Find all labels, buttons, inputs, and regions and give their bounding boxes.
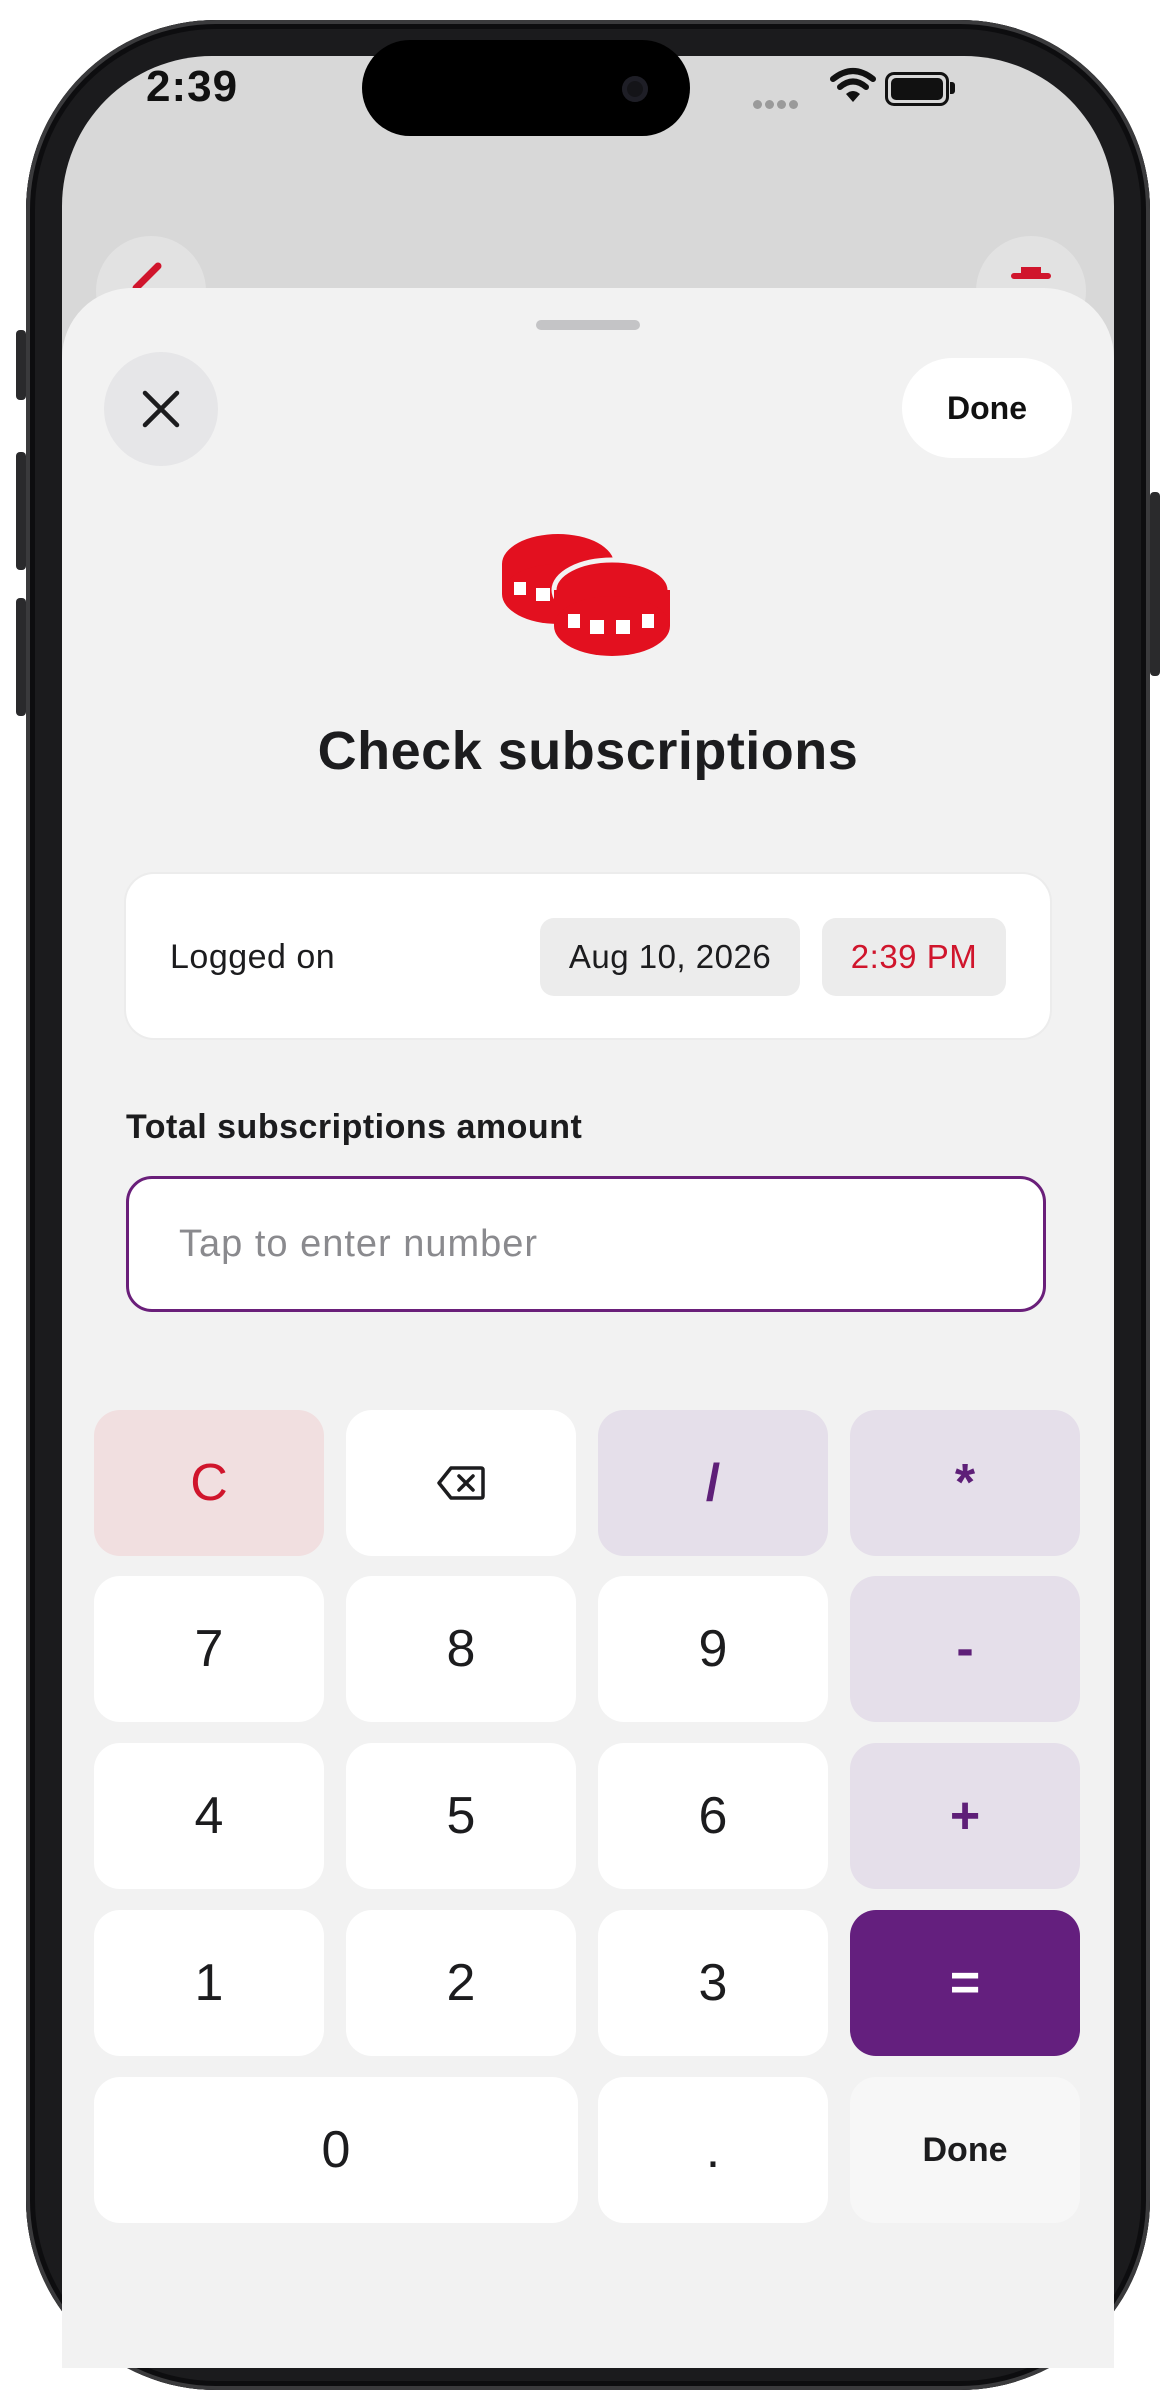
- backspace-icon: [437, 1466, 485, 1500]
- keypad-done-key[interactable]: Done: [850, 2077, 1080, 2223]
- status-time: 2:39: [146, 62, 239, 111]
- digit-1-key[interactable]: 1: [94, 1910, 324, 2056]
- power-button: [1150, 492, 1160, 676]
- close-icon: [142, 390, 180, 428]
- backspace-key[interactable]: [346, 1410, 576, 1556]
- decimal-key[interactable]: .: [598, 2077, 828, 2223]
- close-button[interactable]: [104, 352, 218, 466]
- digit-8-key[interactable]: 8: [346, 1576, 576, 1722]
- digit-7-key[interactable]: 7: [94, 1576, 324, 1722]
- digit-9-key[interactable]: 9: [598, 1576, 828, 1722]
- digit-2-key[interactable]: 2: [346, 1910, 576, 2056]
- coins-icon: [502, 534, 673, 656]
- time-picker[interactable]: 2:39 PM: [822, 918, 1006, 996]
- battery-tip: [950, 82, 955, 94]
- logged-on-label: Logged on: [170, 938, 336, 976]
- equals-key[interactable]: =: [850, 1910, 1080, 2056]
- cellular-signal-icon: [753, 96, 801, 114]
- clear-key[interactable]: C: [94, 1410, 324, 1556]
- multiply-key[interactable]: *: [850, 1410, 1080, 1556]
- amount-input[interactable]: [126, 1176, 1046, 1312]
- amount-label: Total subscriptions amount: [126, 1108, 583, 1146]
- page-title: Check subscriptions: [317, 721, 859, 781]
- divide-key[interactable]: /: [598, 1410, 828, 1556]
- digit-4-key[interactable]: 4: [94, 1743, 324, 1889]
- digit-6-key[interactable]: 6: [598, 1743, 828, 1889]
- done-button[interactable]: Done: [902, 358, 1072, 458]
- digit-5-key[interactable]: 5: [346, 1743, 576, 1889]
- sheet-grabber[interactable]: [536, 320, 640, 330]
- digit-0-key[interactable]: 0: [94, 2077, 578, 2223]
- plus-key[interactable]: +: [850, 1743, 1080, 1889]
- volume-up-button: [16, 452, 26, 570]
- front-camera: [622, 76, 648, 102]
- digit-3-key[interactable]: 3: [598, 1910, 828, 2056]
- action-button: [16, 330, 26, 400]
- minus-key[interactable]: -: [850, 1576, 1080, 1722]
- date-picker[interactable]: Aug 10, 2026: [540, 918, 800, 996]
- wifi-icon: [830, 68, 876, 102]
- volume-down-button: [16, 598, 26, 716]
- battery-icon: [885, 72, 949, 106]
